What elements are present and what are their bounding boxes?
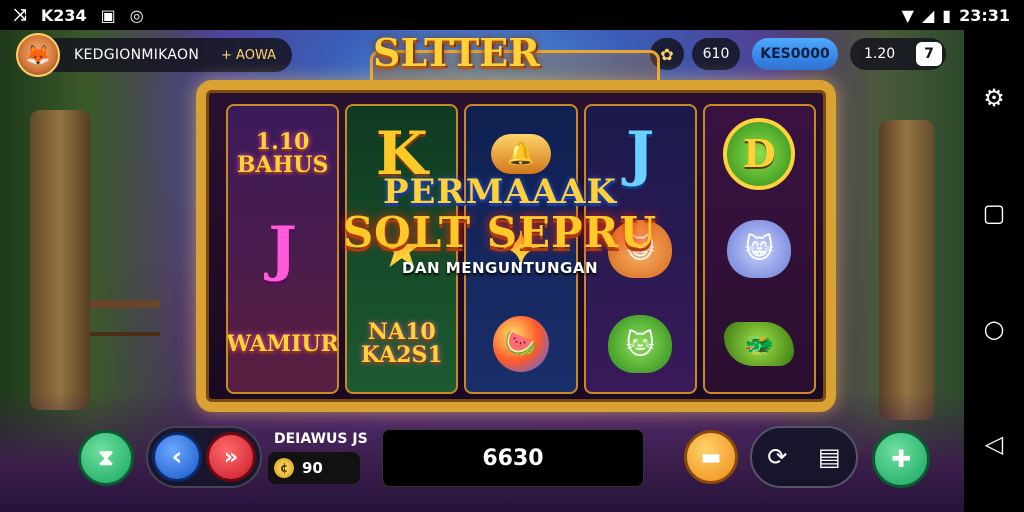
player-panel[interactable]: 🦊 KEDGIONMIKAON + AOWA [16,33,292,77]
corner-badge-label: 7 [924,46,934,62]
status-left: ⤨ K234 ▣ ◎ [14,5,144,25]
reel-symbol: J [597,114,683,194]
status-bar: ⤨ K234 ▣ ◎ ▼ ◢ ▮ 23:31 [0,0,1024,30]
symbol-text: NA10 KA2S1 [360,319,443,369]
battery-icon: ▮ [942,5,952,25]
symbol-text: WAMIUR [226,330,339,357]
utility-group: ⟳ ▤ [750,426,858,488]
settings-icon[interactable]: ⚙ [983,84,1005,112]
shuffle-icon: ⤨ [14,5,27,24]
reel-3: 🔔 ✦ 🍉 [464,104,578,394]
reel-frame: 1.10 BAHUS J WAMIUR K ★ NA10 KA2S1 🔔 ✦ 🍉 J 😺 🐱 D 😸 🐲 [196,80,836,412]
bet-label: DEIAWUS JS [274,431,368,447]
player-bonus: + AOWA [221,47,276,63]
symbol-fruit: 🍉 [493,316,549,373]
symbol-letter: J [268,213,297,284]
symbol-coin: D [723,117,796,190]
reel-5: D 😸 🐲 [702,104,817,394]
reel-4: J 😺 🐱 [583,104,697,394]
stone-pillar-right [879,120,934,420]
symbol-cat-green: 🐱 [608,315,673,374]
park-bench [90,300,160,336]
hourglass-button[interactable]: ⧗ [78,430,134,486]
reel-1: 1.10 BAHUS J WAMIUR [226,104,340,394]
fast-forward-icon: » [223,444,239,470]
spin-button[interactable]: ✚ [872,430,930,488]
signal-icon: ◢ [921,5,935,25]
menu-icon[interactable]: ▤ [818,443,841,471]
spin-icon: ✚ [890,445,912,473]
symbol-cat-blue: 😸 [727,219,792,278]
reel-symbol: 🔔 [478,114,564,194]
previous-button[interactable]: ‹ [152,432,202,482]
corner-badge[interactable]: 7 [916,42,942,66]
status-carrier: K234 [40,5,87,25]
hourglass-icon: ⧗ [98,445,114,471]
wifi-icon: ▼ [901,5,914,25]
reel-symbol: 😺 [597,209,683,289]
reel-symbol: ★ [359,209,445,289]
stone-pillar-left [30,110,90,410]
symbol-glyph: ✦ [501,221,541,276]
currency-pill-2[interactable]: KES0000 [752,38,838,70]
reel-symbol: 😸 [716,209,802,289]
reel-symbol: 1.10 BAHUS [236,114,329,194]
symbol-letter: K [375,118,428,189]
refresh-icon[interactable]: ⟳ [767,443,787,471]
win-value: 6630 [482,445,544,471]
symbol-dragon: 🐲 [724,322,795,367]
home-icon[interactable]: ○ [984,315,1005,343]
currency-pill-1[interactable]: 610 [692,38,740,70]
symbol-letter: J [626,118,655,189]
reel-symbol: D [716,114,802,194]
reel-symbol: K [359,114,445,194]
reels-container: 1.10 BAHUS J WAMIUR K ★ NA10 KA2S1 🔔 ✦ 🍉 J 😺 🐱 D 😸 🐲 [226,104,817,394]
system-nav-bar: ⚙ ▢ ○ ◁ [964,30,1024,512]
message-button[interactable]: ▬ [684,430,738,484]
symbol-glyph: ★ [381,221,423,276]
currency-value-3: 1.20 [864,46,896,62]
reel-symbol: WAMIUR [228,304,337,384]
status-clock: 23:31 [959,5,1010,25]
reel-symbol: 🐲 [716,304,802,384]
coin-icon: ¢ [274,458,294,478]
reel-symbol: ✦ [478,209,564,289]
bet-value: 90 [302,459,323,477]
next-button[interactable]: » [206,432,256,482]
avatar[interactable]: 🦊 [16,33,60,77]
recents-icon[interactable]: ▢ [983,199,1006,227]
image-icon: ▣ [100,5,116,25]
player-name: KEDGIONMIKAON [74,47,200,63]
reel-symbol: 🐱 [597,304,683,384]
win-display: 6630 [382,429,644,487]
symbol-text: 1.10 BAHUS [236,128,329,178]
status-right: ▼ ◢ ▮ 23:31 [902,6,1010,25]
reel-2: K ★ NA10 KA2S1 [345,104,459,394]
chat-icon: ▬ [700,444,722,470]
currency-value-1: 610 [702,46,730,62]
currency-value-2: KES0000 [760,46,830,62]
reel-symbol: NA10 KA2S1 [359,304,445,384]
back-icon[interactable]: ◁ [985,430,1003,458]
sync-icon: ◎ [129,5,144,25]
symbol-cat-orange: 😺 [608,219,673,278]
reel-symbol: J [240,209,326,289]
reel-symbol: 🍉 [478,304,564,384]
bet-field[interactable]: ¢ 90 [268,452,360,484]
symbol-bell: 🔔 [491,133,551,174]
chevron-left-icon: ‹ [171,442,183,472]
